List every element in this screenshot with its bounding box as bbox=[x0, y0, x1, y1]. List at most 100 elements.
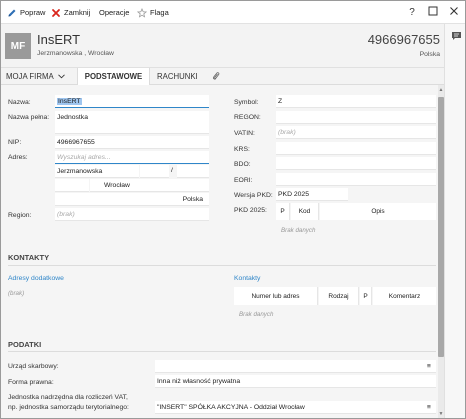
bdo-input[interactable] bbox=[276, 157, 436, 170]
regon-input[interactable] bbox=[276, 111, 436, 124]
country-input[interactable]: Polska bbox=[55, 193, 209, 206]
full-name-label: Nazwa pełna: bbox=[8, 114, 50, 121]
taxes-section-title: PODATKI bbox=[8, 340, 42, 349]
pkd-version-label: Wersja PKD: bbox=[234, 192, 273, 199]
side-panel bbox=[444, 24, 465, 418]
bdo-label: BDO: bbox=[234, 161, 251, 168]
legal-form-label: Forma prawna: bbox=[8, 379, 54, 386]
tab-rachunki-label: RACHUNKI bbox=[157, 72, 198, 81]
country-value: Polska bbox=[182, 195, 203, 203]
tab-attachments[interactable] bbox=[212, 68, 224, 85]
operations-button[interactable]: Operacje bbox=[99, 6, 129, 19]
region-label: Region: bbox=[8, 212, 32, 219]
eori-label: EORI: bbox=[234, 177, 253, 184]
save-button[interactable]: Popraw bbox=[7, 6, 45, 19]
pkd-version-select[interactable]: PKD 2025 bbox=[276, 188, 348, 201]
pkd-label: PKD 2025: bbox=[234, 207, 267, 214]
close-icon bbox=[51, 8, 61, 18]
tab-rachunki[interactable]: RACHUNKI bbox=[157, 68, 207, 85]
region-select[interactable]: (brak) bbox=[55, 208, 209, 221]
house-number-input[interactable] bbox=[140, 165, 169, 178]
street-input[interactable]: Jerzmanowska bbox=[55, 165, 139, 178]
company-address: Jerzmanowska , Wrocław bbox=[37, 50, 114, 57]
company-city: Wrocław bbox=[88, 50, 114, 57]
toolbar: Popraw Zamknij Operacje Flaga ? bbox=[1, 1, 465, 24]
apartment-number-input[interactable] bbox=[177, 165, 209, 178]
tab-moja-firma[interactable]: MOJA FIRMA bbox=[6, 68, 76, 85]
pkd-col-priority[interactable]: P bbox=[276, 203, 290, 220]
help-button[interactable]: ? bbox=[405, 5, 419, 19]
parent-unit-label-line1: Jednostka nadrzędna dla rozliczeń VAT, bbox=[8, 394, 128, 401]
contacts-empty: Brak danych bbox=[239, 311, 274, 318]
city-input[interactable]: Wrocław bbox=[90, 179, 209, 192]
vatin-input[interactable]: (brak) bbox=[276, 126, 436, 139]
maximize-icon bbox=[428, 6, 438, 19]
scroll-down-icon[interactable]: ▼ bbox=[438, 411, 444, 417]
comment-icon bbox=[451, 32, 462, 43]
parent-unit-value: "INSERT" SPÓŁKA AKCYJNA - Oddział Wrocła… bbox=[157, 403, 305, 411]
symbol-input[interactable]: Z bbox=[276, 95, 436, 108]
company-country: Polska bbox=[419, 51, 440, 58]
comment-panel-button[interactable] bbox=[451, 31, 462, 43]
postal-code-input[interactable] bbox=[55, 179, 89, 192]
nip-label: NIP: bbox=[8, 139, 22, 146]
tab-bar: MOJA FIRMA PODSTAWOWE RACHUNKI bbox=[1, 68, 444, 85]
full-name-input[interactable]: Jednostka bbox=[55, 111, 209, 134]
help-icon: ? bbox=[409, 6, 415, 18]
company-nip: 4966967655 bbox=[367, 32, 440, 47]
parent-unit-label-line2: np. jednostka samorządu terytorialnego: bbox=[8, 404, 129, 411]
window-close-button[interactable] bbox=[447, 5, 461, 19]
address-search-input[interactable]: Wyszukaj adres... bbox=[55, 151, 209, 164]
contacts-col-comment[interactable]: Komentarz bbox=[373, 287, 436, 305]
tab-podstawowe-label: PODSTAWOWE bbox=[84, 72, 143, 81]
window: Popraw Zamknij Operacje Flaga ? MF InsER… bbox=[0, 0, 466, 419]
operations-label: Operacje bbox=[99, 8, 130, 17]
parent-unit-select[interactable]: "INSERT" SPÓŁKA AKCYJNA - Oddział Wrocła… bbox=[155, 401, 436, 414]
pkd-empty: Brak danych bbox=[281, 227, 316, 234]
extra-addresses-link[interactable]: Adresy dodatkowe bbox=[8, 275, 64, 282]
contacts-table-header: Numer lub adres Rodzaj P Komentarz bbox=[234, 287, 436, 305]
contacts-col-number[interactable]: Numer lub adres bbox=[234, 287, 318, 305]
tax-office-label: Urząd skarbowy: bbox=[8, 363, 59, 370]
tax-office-select[interactable]: ≡ bbox=[155, 360, 436, 373]
name-value: InsERT bbox=[57, 97, 82, 105]
nip-value: 4966967655 bbox=[57, 138, 95, 146]
eori-input[interactable] bbox=[276, 173, 436, 186]
contacts-col-type[interactable]: Rodzaj bbox=[319, 287, 359, 305]
krs-input[interactable] bbox=[276, 142, 436, 155]
pkd-col-description[interactable]: Opis bbox=[320, 203, 436, 220]
window-close-icon bbox=[449, 6, 459, 19]
maximize-button[interactable] bbox=[426, 5, 440, 19]
contacts-col-primary[interactable]: P bbox=[360, 287, 372, 305]
parent-unit-menu-icon[interactable]: ≡ bbox=[427, 404, 431, 411]
chevron-down-icon bbox=[57, 72, 65, 81]
avatar: MF bbox=[5, 33, 31, 59]
address-search-placeholder: Wyszukaj adres... bbox=[57, 153, 111, 161]
tab-podstawowe[interactable]: PODSTAWOWE bbox=[77, 68, 150, 85]
pkd-version-value: PKD 2025 bbox=[278, 190, 309, 198]
number-separator: / bbox=[171, 167, 173, 174]
tax-office-menu-icon[interactable]: ≡ bbox=[427, 363, 431, 370]
nip-input[interactable]: 4966967655 bbox=[55, 136, 209, 149]
name-input[interactable]: InsERT bbox=[55, 95, 209, 108]
close-button[interactable]: Zamknij bbox=[51, 6, 90, 19]
scroll-up-icon[interactable]: ▲ bbox=[438, 87, 444, 93]
vatin-label: VATIN: bbox=[234, 130, 255, 137]
company-name: InsERT bbox=[37, 32, 81, 47]
region-placeholder: (brak) bbox=[57, 210, 75, 218]
pkd-table-header: P Kod Opis bbox=[276, 203, 436, 220]
save-label: Popraw bbox=[20, 8, 46, 17]
contacts-link[interactable]: Kontakty bbox=[234, 275, 260, 282]
star-icon bbox=[136, 7, 148, 18]
paperclip-icon bbox=[212, 71, 220, 83]
contacts-divider bbox=[8, 265, 436, 266]
flag-button[interactable]: Flaga bbox=[136, 6, 169, 19]
taxes-divider bbox=[8, 351, 436, 352]
legal-form-value: Inna niż własność prywatna bbox=[157, 377, 241, 385]
legal-form-select[interactable]: Inna niż własność prywatna bbox=[155, 375, 436, 388]
form-content: Nazwa: InsERT Nazwa pełna: Jednostka NIP… bbox=[1, 85, 438, 418]
pkd-col-code[interactable]: Kod bbox=[291, 203, 319, 220]
contacts-section-title: KONTAKTY bbox=[8, 253, 50, 262]
address-label: Adres: bbox=[8, 154, 28, 161]
scrollbar-thumb[interactable] bbox=[438, 97, 444, 357]
